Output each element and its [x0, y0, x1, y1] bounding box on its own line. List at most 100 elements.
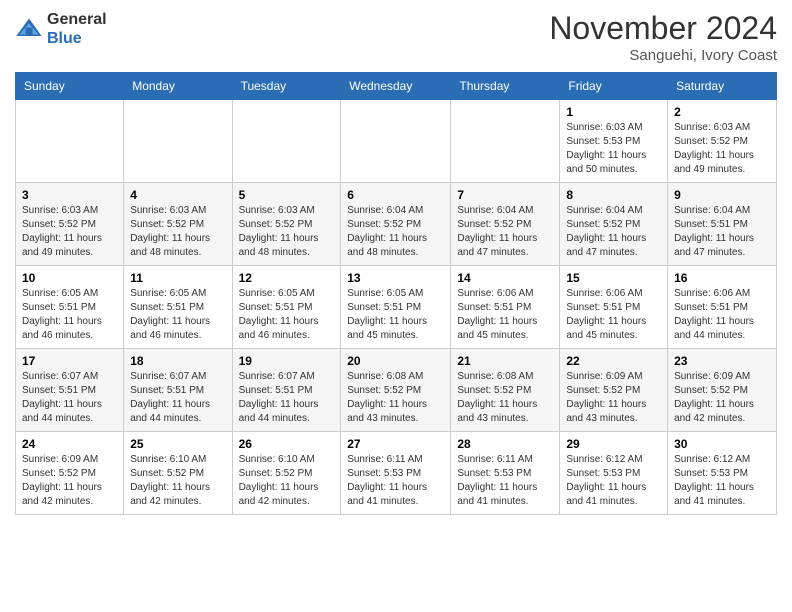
calendar-cell: 3 Sunrise: 6:03 AM Sunset: 5:52 PM Daylig… [16, 183, 124, 266]
day-info: Sunrise: 6:03 AM Sunset: 5:52 PM Dayligh… [130, 204, 225, 260]
calendar-table: SundayMondayTuesdayWednesdayThursdayFrid… [15, 72, 777, 515]
calendar-cell: 15Sunrise: 6:06 AM Sunset: 5:51 PM Dayli… [560, 266, 668, 349]
day-number: 24 [22, 437, 117, 451]
day-number: 25 [130, 437, 225, 451]
day-number: 5 [239, 188, 335, 202]
day-info: Sunrise: 6:04 AM Sunset: 5:51 PM Dayligh… [674, 204, 770, 260]
calendar-cell: 18 Sunrise: 6:07 AM Sunset: 5:51 PM Dayli… [124, 349, 232, 432]
day-number: 15 [566, 271, 661, 285]
day-info: Sunrise: 6:11 AM Sunset: 5:53 PM Dayligh… [457, 453, 553, 509]
calendar-cell: 6 Sunrise: 6:04 AM Sunset: 5:52 PM Daylig… [341, 183, 451, 266]
day-info: Sunrise: 6:10 AM Sunset: 5:52 PM Dayligh… [130, 453, 225, 509]
day-number: 22 [566, 354, 661, 368]
day-info: Sunrise: 6:03 AM Sunset: 5:52 PM Dayligh… [22, 204, 117, 260]
calendar-page: General Blue November 2024 Sanguehi, Ivo… [0, 0, 792, 530]
day-number: 14 [457, 271, 553, 285]
day-info: Sunrise: 6:06 AM Sunset: 5:51 PM Dayligh… [457, 287, 553, 343]
calendar-cell: 7 Sunrise: 6:04 AM Sunset: 5:52 PM Daylig… [451, 183, 560, 266]
day-of-week-header: Tuesday [232, 73, 341, 100]
calendar-cell: 29 Sunrise: 6:12 AM Sunset: 5:53 PM Dayli… [560, 432, 668, 515]
day-number: 6 [347, 188, 444, 202]
calendar-cell: 17 Sunrise: 6:07 AM Sunset: 5:51 PM Dayli… [16, 349, 124, 432]
calendar-cell: 19 Sunrise: 6:07 AM Sunset: 5:51 PM Dayli… [232, 349, 341, 432]
day-info: Sunrise: 6:06 AM Sunset: 5:51 PM Dayligh… [674, 287, 770, 343]
calendar-cell [341, 100, 451, 183]
day-of-week-header: Sunday [16, 73, 124, 100]
day-info: Sunrise: 6:05 AM Sunset: 5:51 PM Dayligh… [347, 287, 444, 343]
day-info: Sunrise: 6:03 AM Sunset: 5:52 PM Dayligh… [674, 121, 770, 177]
day-number: 4 [130, 188, 225, 202]
calendar-week-row: 17 Sunrise: 6:07 AM Sunset: 5:51 PM Dayli… [16, 349, 777, 432]
calendar-cell: 30Sunrise: 6:12 AM Sunset: 5:53 PM Dayli… [668, 432, 777, 515]
day-of-week-header: Thursday [451, 73, 560, 100]
day-number: 11 [130, 271, 225, 285]
day-number: 8 [566, 188, 661, 202]
day-info: Sunrise: 6:04 AM Sunset: 5:52 PM Dayligh… [457, 204, 553, 260]
day-number: 16 [674, 271, 770, 285]
day-of-week-header: Friday [560, 73, 668, 100]
day-number: 13 [347, 271, 444, 285]
day-info: Sunrise: 6:04 AM Sunset: 5:52 PM Dayligh… [347, 204, 444, 260]
day-info: Sunrise: 6:05 AM Sunset: 5:51 PM Dayligh… [130, 287, 225, 343]
logo-text: General Blue [47, 10, 107, 48]
day-number: 30 [674, 437, 770, 451]
calendar-cell: 5 Sunrise: 6:03 AM Sunset: 5:52 PM Daylig… [232, 183, 341, 266]
day-number: 10 [22, 271, 117, 285]
calendar-cell: 22 Sunrise: 6:09 AM Sunset: 5:52 PM Dayli… [560, 349, 668, 432]
calendar-cell [124, 100, 232, 183]
day-info: Sunrise: 6:10 AM Sunset: 5:52 PM Dayligh… [239, 453, 335, 509]
calendar-body: 1 Sunrise: 6:03 AM Sunset: 5:53 PM Daylig… [16, 100, 777, 515]
calendar-cell [16, 100, 124, 183]
calendar-cell: 2Sunrise: 6:03 AM Sunset: 5:52 PM Daylig… [668, 100, 777, 183]
day-of-week-header: Wednesday [341, 73, 451, 100]
day-number: 23 [674, 354, 770, 368]
location: Sanguehi, Ivory Coast [549, 47, 777, 64]
day-info: Sunrise: 6:07 AM Sunset: 5:51 PM Dayligh… [239, 370, 335, 426]
day-number: 29 [566, 437, 661, 451]
day-number: 9 [674, 188, 770, 202]
calendar-cell: 27Sunrise: 6:11 AM Sunset: 5:53 PM Dayli… [341, 432, 451, 515]
day-number: 27 [347, 437, 444, 451]
day-number: 1 [566, 105, 661, 119]
calendar-cell: 23Sunrise: 6:09 AM Sunset: 5:52 PM Dayli… [668, 349, 777, 432]
calendar-cell: 1 Sunrise: 6:03 AM Sunset: 5:53 PM Daylig… [560, 100, 668, 183]
day-info: Sunrise: 6:07 AM Sunset: 5:51 PM Dayligh… [22, 370, 117, 426]
day-info: Sunrise: 6:08 AM Sunset: 5:52 PM Dayligh… [457, 370, 553, 426]
calendar-cell: 4 Sunrise: 6:03 AM Sunset: 5:52 PM Daylig… [124, 183, 232, 266]
calendar-week-row: 24Sunrise: 6:09 AM Sunset: 5:52 PM Dayli… [16, 432, 777, 515]
calendar-cell: 21Sunrise: 6:08 AM Sunset: 5:52 PM Dayli… [451, 349, 560, 432]
day-number: 28 [457, 437, 553, 451]
calendar-week-row: 3 Sunrise: 6:03 AM Sunset: 5:52 PM Daylig… [16, 183, 777, 266]
calendar-cell: 12 Sunrise: 6:05 AM Sunset: 5:51 PM Dayli… [232, 266, 341, 349]
day-number: 12 [239, 271, 335, 285]
day-number: 3 [22, 188, 117, 202]
day-number: 19 [239, 354, 335, 368]
header-right: November 2024 Sanguehi, Ivory Coast [549, 10, 777, 64]
day-info: Sunrise: 6:03 AM Sunset: 5:53 PM Dayligh… [566, 121, 661, 177]
calendar-cell [451, 100, 560, 183]
calendar-cell: 11 Sunrise: 6:05 AM Sunset: 5:51 PM Dayli… [124, 266, 232, 349]
month-title: November 2024 [549, 10, 777, 47]
calendar-cell: 13 Sunrise: 6:05 AM Sunset: 5:51 PM Dayli… [341, 266, 451, 349]
day-info: Sunrise: 6:07 AM Sunset: 5:51 PM Dayligh… [130, 370, 225, 426]
day-number: 7 [457, 188, 553, 202]
calendar-cell: 25 Sunrise: 6:10 AM Sunset: 5:52 PM Dayli… [124, 432, 232, 515]
day-info: Sunrise: 6:08 AM Sunset: 5:52 PM Dayligh… [347, 370, 444, 426]
calendar-cell: 24Sunrise: 6:09 AM Sunset: 5:52 PM Dayli… [16, 432, 124, 515]
day-of-week-header: Monday [124, 73, 232, 100]
day-info: Sunrise: 6:12 AM Sunset: 5:53 PM Dayligh… [566, 453, 661, 509]
calendar-cell: 28 Sunrise: 6:11 AM Sunset: 5:53 PM Dayli… [451, 432, 560, 515]
calendar-cell: 8Sunrise: 6:04 AM Sunset: 5:52 PM Daylig… [560, 183, 668, 266]
calendar-week-row: 1 Sunrise: 6:03 AM Sunset: 5:53 PM Daylig… [16, 100, 777, 183]
day-number: 18 [130, 354, 225, 368]
day-number: 17 [22, 354, 117, 368]
day-number: 26 [239, 437, 335, 451]
day-info: Sunrise: 6:05 AM Sunset: 5:51 PM Dayligh… [239, 287, 335, 343]
day-info: Sunrise: 6:09 AM Sunset: 5:52 PM Dayligh… [566, 370, 661, 426]
header: General Blue November 2024 Sanguehi, Ivo… [15, 10, 777, 64]
calendar-week-row: 10 Sunrise: 6:05 AM Sunset: 5:51 PM Dayli… [16, 266, 777, 349]
calendar-cell [232, 100, 341, 183]
header-row: SundayMondayTuesdayWednesdayThursdayFrid… [16, 73, 777, 100]
day-info: Sunrise: 6:03 AM Sunset: 5:52 PM Dayligh… [239, 204, 335, 260]
day-of-week-header: Saturday [668, 73, 777, 100]
